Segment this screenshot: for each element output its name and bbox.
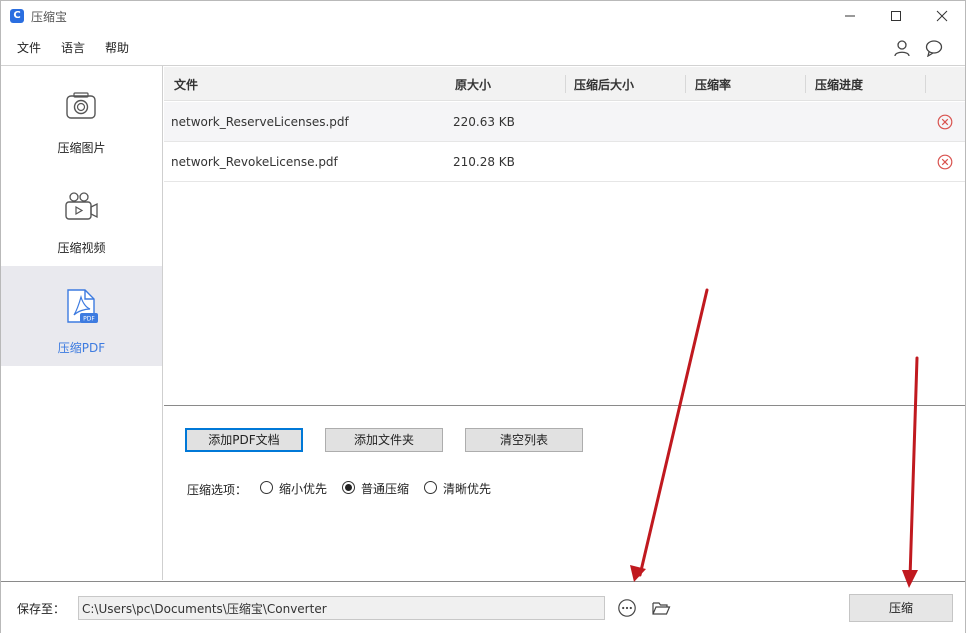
sidebar-item-label: 压缩图片	[1, 139, 162, 156]
table-row[interactable]: network_ReserveLicenses.pdf 220.63 KB	[164, 102, 965, 142]
column-header-file[interactable]: 文件	[174, 76, 198, 93]
sidebar-item-compress-pdf[interactable]: PDF 压缩PDF	[1, 266, 162, 366]
options-panel: 添加PDF文档 添加文件夹 清空列表 压缩选项： 缩小优先 普通压缩 清晰优先	[164, 405, 965, 580]
file-size: 210.28 KB	[453, 155, 515, 169]
save-to-label: 保存至：	[17, 600, 65, 617]
column-separator	[565, 75, 566, 93]
sidebar-item-label: 压缩PDF	[1, 339, 162, 356]
radio-label[interactable]: 清晰优先	[443, 480, 491, 497]
add-folder-button[interactable]: 添加文件夹	[325, 428, 443, 452]
file-name: network_RevokeLicense.pdf	[171, 155, 338, 169]
table-row[interactable]: network_RevokeLicense.pdf 210.28 KB	[164, 142, 965, 182]
clear-list-button[interactable]: 清空列表	[465, 428, 583, 452]
minimize-icon	[844, 10, 856, 22]
column-header-ratio[interactable]: 压缩率	[695, 76, 731, 93]
file-table-header: 文件 原大小 压缩后大小 压缩率 压缩进度	[164, 67, 965, 101]
radio-label[interactable]: 缩小优先	[279, 480, 327, 497]
radio-clarity-priority[interactable]	[424, 481, 437, 494]
minimize-button[interactable]	[827, 1, 873, 31]
column-header-compressed-size[interactable]: 压缩后大小	[574, 76, 634, 93]
close-button[interactable]	[919, 1, 965, 31]
menu-file[interactable]: 文件	[17, 39, 41, 56]
radio-size-priority[interactable]	[260, 481, 273, 494]
menu-language[interactable]: 语言	[61, 39, 85, 56]
compress-options-label: 压缩选项：	[187, 481, 247, 498]
file-size: 220.63 KB	[453, 115, 515, 129]
radio-normal-compression[interactable]	[342, 481, 355, 494]
menu-help[interactable]: 帮助	[105, 39, 129, 56]
output-bar: 保存至： 压缩	[1, 581, 965, 633]
column-header-original-size[interactable]: 原大小	[455, 76, 491, 93]
more-options-icon[interactable]	[617, 598, 637, 618]
remove-file-icon[interactable]	[937, 114, 953, 130]
column-separator	[925, 75, 926, 93]
column-separator	[805, 75, 806, 93]
add-pdf-button[interactable]: 添加PDF文档	[185, 428, 303, 452]
open-folder-icon[interactable]	[651, 598, 671, 618]
maximize-button[interactable]	[873, 1, 919, 31]
sidebar-item-compress-video[interactable]: 压缩视频	[1, 166, 162, 266]
compress-button[interactable]: 压缩	[849, 594, 953, 622]
radio-label[interactable]: 普通压缩	[361, 480, 409, 497]
close-icon	[936, 10, 948, 22]
sidebar-item-label: 压缩视频	[1, 239, 162, 256]
sidebar: 压缩图片 压缩视频 PDF 压缩PDF	[1, 66, 163, 580]
pdf-badge-text: PDF	[83, 316, 95, 323]
camera-icon	[63, 88, 99, 124]
remove-file-icon[interactable]	[937, 154, 953, 170]
pdf-file-icon: PDF	[63, 288, 99, 324]
video-camera-icon	[63, 188, 99, 224]
app-window: C 压缩宝 文件 语言 帮助 压缩图片	[0, 0, 966, 633]
column-header-progress[interactable]: 压缩进度	[815, 76, 863, 93]
file-name: network_ReserveLicenses.pdf	[171, 115, 349, 129]
output-path-field[interactable]	[78, 596, 605, 620]
maximize-icon	[890, 10, 902, 22]
feedback-chat-icon[interactable]	[925, 39, 943, 57]
menu-bar: 文件 语言 帮助	[1, 37, 965, 59]
title-bar: C 压缩宝	[1, 1, 965, 31]
window-title: 压缩宝	[31, 8, 67, 25]
app-logo-icon: C	[10, 9, 24, 23]
sidebar-item-compress-image[interactable]: 压缩图片	[1, 66, 162, 166]
column-separator	[685, 75, 686, 93]
user-icon[interactable]	[893, 39, 911, 57]
